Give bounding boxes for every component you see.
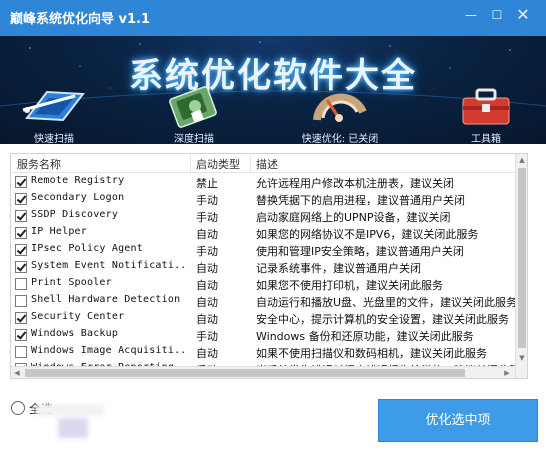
service-name: Windows Image Acquisiti... [31,345,189,356]
row-checkbox[interactable] [15,329,27,341]
quick-scan-tool[interactable]: 快速扫描 [4,82,104,144]
scroll-right-icon[interactable]: ▶ [501,367,513,378]
deep-scan-label: 深度扫描 [174,134,214,144]
gauge-icon [313,93,367,122]
table-row[interactable]: Shell Hardware Detection 自动 自动运行和播放U盘、光盘里的… [11,292,516,309]
table-row[interactable]: System Event Notificati... 自动 记录系统事件，建议普通用… [11,258,515,275]
startup-type: 禁止 [196,177,218,190]
service-description: 允许远程用户修改本机注册表，建议关闭 [256,177,454,190]
close-icon[interactable]: ✕ [512,6,534,24]
deep-scan-tool[interactable]: 深度扫描 [144,82,244,144]
window-title: 巅峰系统优化向导 v1.1 [10,12,151,27]
quick-scan-label: 快速扫描 [34,134,74,144]
redacted-area [36,404,104,416]
service-name: Shell Hardware Detection [31,294,181,305]
row-checkbox[interactable] [15,176,27,188]
row-checkbox[interactable] [15,346,27,358]
row-checkbox[interactable] [15,261,27,273]
quick-optimize-label: 快速优化: 已关闭 [301,134,379,144]
table-row[interactable]: Windows Image Acquisiti... 自动 如果不使用扫描仪和数码相… [11,343,515,360]
row-checkbox[interactable] [15,278,27,290]
service-description: 记录系统事件，建议普通用户关闭 [256,262,421,275]
service-name: Print Spooler [31,277,112,288]
service-name: Security Center [31,311,125,322]
list-header: 服务名称 启动类型 描述 [11,154,515,173]
startup-type: 手动 [196,330,218,343]
table-row[interactable]: Remote Registry 禁止 允许远程用户修改本机注册表，建议关闭 [11,173,515,190]
optimize-selected-button[interactable]: 优化选中项 [378,399,538,442]
toolbox-icon [462,88,510,125]
horizontal-scrollbar[interactable]: ◀ ▶ [11,366,515,378]
startup-type: 手动 [196,245,218,258]
maximize-icon[interactable]: ☐ [486,6,508,24]
header-service-name[interactable]: 服务名称 [17,156,61,172]
startup-type: 自动 [196,228,218,241]
scroll-left-icon[interactable]: ◀ [11,367,23,378]
service-name: System Event Notificati... [31,260,189,271]
table-row[interactable]: IP Helper 自动 如果您的网络协议不是IPV6，建议关闭此服务 [11,224,515,241]
startup-type: 自动 [196,262,218,275]
minimize-icon[interactable]: — [460,6,482,24]
quick-optimize-tool[interactable]: 快速优化: 已关闭 [290,82,390,144]
row-checkbox[interactable] [15,312,27,324]
toolbox-label: 工具箱 [471,134,501,144]
table-row[interactable]: IPsec Policy Agent 手动 使用和管理IP安全策略，建议普通用户关闭 [11,241,515,258]
service-description: Windows 备份和还原功能，建议关闭此服务 [256,330,474,343]
scroll-up-icon[interactable]: ▲ [516,154,527,166]
header-description[interactable]: 描述 [256,156,278,172]
service-name: IP Helper [31,226,87,237]
service-description: 如果不使用扫描仪和数码相机，建议关闭此服务 [256,347,487,360]
select-all-radio[interactable] [11,401,25,415]
service-rows: Remote Registry 禁止 允许远程用户修改本机注册表，建议关闭 Seco… [11,173,516,377]
service-description: 使用和管理IP安全策略，建议普通用户关闭 [256,245,464,258]
startup-type: 自动 [196,313,218,326]
row-checkbox[interactable] [15,244,27,256]
column-divider[interactable] [250,154,251,172]
service-name: Secondary Logon [31,192,125,203]
table-row[interactable]: Secondary Logon 手动 替换凭据下的启用进程，建议普通用户关闭 [11,190,515,207]
service-name: SSDP Discovery [31,209,119,220]
hdd-icon [169,86,217,128]
title-bar: 巅峰系统优化向导 v1.1 — ☐ ✕ [0,0,546,36]
row-checkbox[interactable] [15,227,27,239]
service-name: Remote Registry [31,175,125,186]
startup-type: 手动 [196,211,218,224]
service-description: 安全中心，提示计算机的安全设置，建议关闭此服务 [256,313,509,326]
row-checkbox[interactable] [15,193,27,205]
service-name: IPsec Policy Agent [31,243,143,254]
table-row[interactable]: Security Center 自动 安全中心，提示计算机的安全设置，建议关闭此服务 [11,309,515,326]
header-startup-type[interactable]: 启动类型 [196,156,240,172]
startup-type: 自动 [196,296,218,309]
startup-type: 手动 [196,194,218,207]
table-row[interactable]: Print Spooler 自动 如果您不使用打印机，建议关闭此服务 [11,275,515,292]
startup-type: 自动 [196,279,218,292]
row-checkbox[interactable] [15,295,27,307]
service-list: 服务名称 启动类型 描述 Remote Registry 禁止 允许远程用户修改本机… [10,153,528,379]
service-description: 自动运行和播放U盘、光盘里的文件，建议关闭此服务 [256,296,516,309]
service-description: 如果您的网络协议不是IPV6，建议关闭此服务 [256,228,479,241]
startup-type: 自动 [196,347,218,360]
service-description: 启动家庭网络上的UPNP设备，建议关闭 [256,211,451,224]
table-row[interactable]: SSDP Discovery 手动 启动家庭网络上的UPNP设备，建议关闭 [11,207,515,224]
scan-icon [22,90,85,122]
service-description: 替换凭据下的启用进程，建议普通用户关闭 [256,194,465,207]
service-name: Windows Backup [31,328,119,339]
redacted-area [58,418,88,438]
horizontal-scroll-thumb[interactable] [25,369,465,377]
vertical-scrollbar[interactable]: ▲ ▼ [515,154,527,378]
toolbox-tool[interactable]: 工具箱 [436,82,536,144]
table-row[interactable]: Windows Backup 手动 Windows 备份和还原功能，建议关闭此服务 [11,326,515,343]
scroll-down-icon[interactable]: ▼ [516,352,527,364]
column-divider[interactable] [190,154,191,172]
service-description: 如果您不使用打印机，建议关闭此服务 [256,279,443,292]
banner: 系统优化软件大全 快速扫描 深度扫描 快速优化: 已关闭 工具箱 [0,36,546,144]
row-checkbox[interactable] [15,210,27,222]
vertical-scroll-thumb[interactable] [518,168,526,348]
